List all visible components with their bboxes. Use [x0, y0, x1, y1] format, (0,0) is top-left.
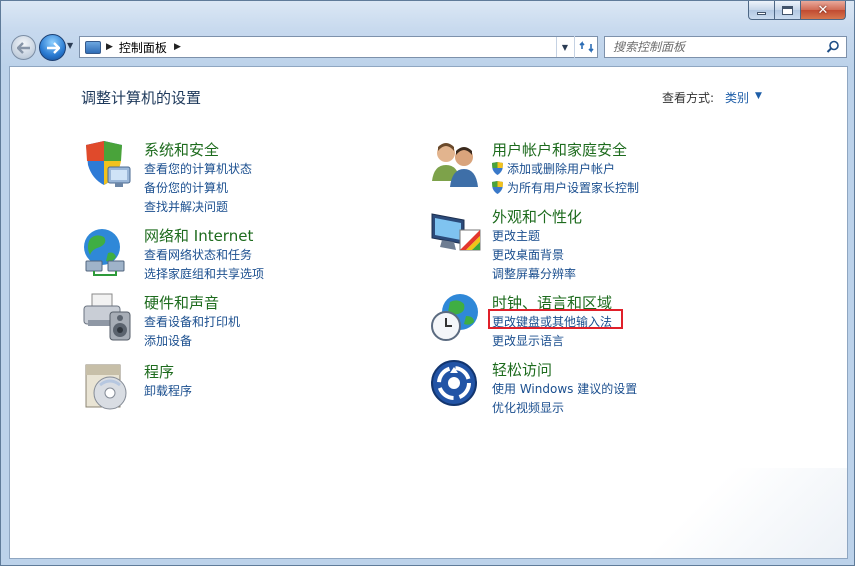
control-panel-window: ✕ ▼ ▶ 控制面板 ▶ ▼ 调整计算机的设置 查看方式:: [0, 0, 855, 566]
link-troubleshoot[interactable]: 查找并解决问题: [144, 198, 228, 215]
link-label: 为所有用户设置家长控制: [507, 181, 640, 195]
link-devices-printers[interactable]: 查看设备和打印机: [144, 313, 240, 330]
address-dropdown-button[interactable]: ▼: [556, 37, 573, 57]
category-title[interactable]: 程序: [144, 361, 174, 382]
refresh-icon: [578, 41, 594, 53]
search-icon[interactable]: [826, 40, 840, 54]
link-backup-computer[interactable]: 备份您的计算机: [144, 179, 228, 196]
link-change-display-language[interactable]: 更改显示语言: [492, 332, 564, 349]
category-title[interactable]: 硬件和声音: [144, 292, 219, 313]
link-change-theme[interactable]: 更改主题: [492, 227, 540, 244]
link-homegroup-sharing[interactable]: 选择家庭组和共享选项: [144, 265, 264, 282]
page-title: 调整计算机的设置: [81, 89, 202, 107]
search-input[interactable]: [613, 40, 823, 54]
link-optimize-video[interactable]: 优化视频显示: [492, 399, 564, 416]
category-title[interactable]: 用户帐户和家庭安全: [492, 139, 627, 160]
uac-shield-icon: [492, 162, 503, 175]
forward-button[interactable]: [39, 34, 66, 61]
chevron-right-icon[interactable]: ▶: [174, 42, 181, 52]
link-screen-resolution[interactable]: 调整屏幕分辨率: [492, 265, 576, 282]
category-title[interactable]: 网络和 Internet: [144, 225, 253, 246]
minimize-button[interactable]: [748, 1, 775, 20]
link-parental-controls[interactable]: 为所有用户设置家长控制: [492, 179, 639, 196]
view-by-label: 查看方式:: [662, 91, 715, 105]
maximize-icon: [782, 5, 793, 15]
link-add-remove-accounts[interactable]: 添加或删除用户帐户: [492, 160, 615, 177]
link-view-computer-status[interactable]: 查看您的计算机状态: [144, 160, 252, 177]
close-icon: ✕: [817, 2, 829, 18]
uac-shield-icon: [492, 181, 503, 194]
link-uninstall-program[interactable]: 卸载程序: [144, 382, 192, 399]
highlight-box: [488, 309, 623, 329]
programs-disc-icon[interactable]: [82, 361, 134, 413]
caption-buttons: ✕: [748, 1, 846, 20]
content-pane: 调整计算机的设置 查看方式: 类别 ▼ 系统和安全 查看您的计算机状态 备份您的…: [9, 66, 848, 559]
close-button[interactable]: ✕: [801, 1, 846, 20]
arrow-left-icon: [16, 41, 30, 54]
link-add-device[interactable]: 添加设备: [144, 332, 192, 349]
link-desktop-background[interactable]: 更改桌面背景: [492, 246, 564, 263]
corner-shading: [647, 468, 847, 558]
clock-globe-icon[interactable]: [430, 292, 482, 344]
link-network-status[interactable]: 查看网络状态和任务: [144, 246, 252, 263]
category-title[interactable]: 系统和安全: [144, 139, 219, 160]
monitor-palette-icon[interactable]: [430, 206, 482, 258]
breadcrumb-control-panel[interactable]: 控制面板: [119, 39, 167, 56]
chevron-down-icon[interactable]: ▼: [755, 91, 762, 101]
link-label: 添加或删除用户帐户: [507, 162, 616, 176]
refresh-button[interactable]: [574, 36, 598, 58]
control-panel-icon: [85, 40, 101, 54]
view-by-dropdown[interactable]: 类别: [725, 89, 749, 106]
network-globe-icon[interactable]: [82, 225, 134, 277]
minimize-icon: [757, 11, 766, 15]
shield-pc-icon[interactable]: [82, 139, 134, 191]
recent-pages-dropdown[interactable]: ▼: [67, 41, 73, 50]
users-icon[interactable]: [430, 139, 482, 191]
search-box[interactable]: [604, 36, 847, 58]
ease-of-access-icon[interactable]: [430, 359, 482, 411]
maximize-button[interactable]: [775, 1, 801, 20]
address-bar[interactable]: ▶ 控制面板 ▶ ▼: [79, 36, 598, 58]
category-title[interactable]: 外观和个性化: [492, 206, 582, 227]
chevron-right-icon[interactable]: ▶: [106, 42, 113, 52]
link-recommended-settings[interactable]: 使用 Windows 建议的设置: [492, 380, 637, 397]
arrow-right-icon: [46, 41, 60, 54]
printer-speaker-icon[interactable]: [82, 292, 134, 344]
back-button[interactable]: [11, 35, 36, 60]
category-title[interactable]: 轻松访问: [492, 359, 552, 380]
